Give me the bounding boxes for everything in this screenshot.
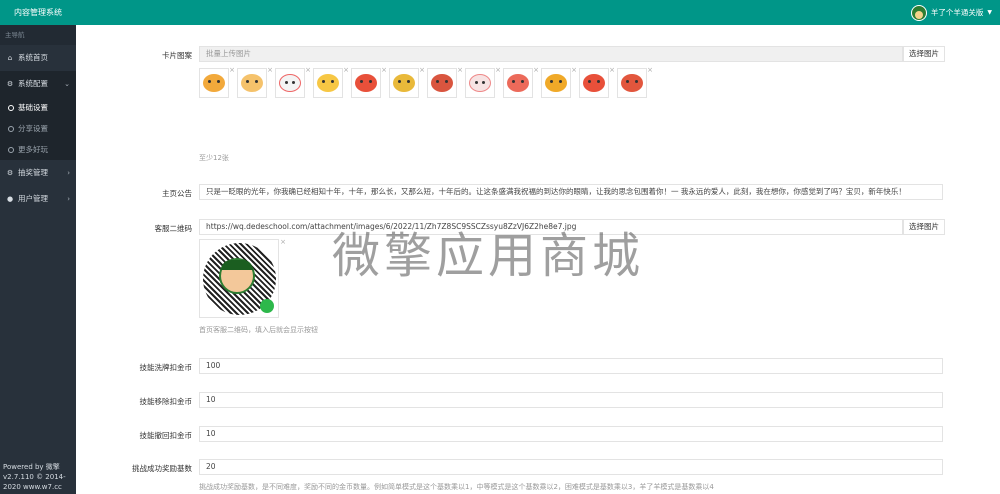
sidebar-item-label: 用户管理 (18, 194, 48, 203)
close-icon[interactable]: × (495, 66, 501, 74)
card-image-list: × × × × × × × × × × × × (199, 66, 653, 98)
card-label: 卡片图案 (162, 51, 192, 60)
qr-help-text: 首页客服二维码，填入后就会显示按钮 (199, 326, 318, 334)
monkey-icon (431, 74, 453, 92)
sidebar-subitem-share[interactable]: 分享设置 (0, 118, 76, 139)
footer-site[interactable]: 2020 www.w7.cc (3, 482, 66, 492)
close-icon[interactable]: × (305, 66, 311, 74)
sidebar-item-label: 抽奖管理 (18, 168, 48, 177)
reward-help-text: 挑战成功奖励基数，是不同难度，奖励不同的金币数量。例如简单模式是这个基数乘以1，… (199, 483, 714, 491)
sidebar-subitem-more[interactable]: 更多好玩 (0, 139, 76, 160)
lion-icon (621, 74, 643, 92)
ox-icon (583, 74, 605, 92)
chevron-down-icon: ⌄ (64, 80, 70, 88)
sidebar-subitem-label: 基础设置 (18, 103, 48, 112)
close-icon[interactable]: × (267, 66, 273, 74)
dog-icon (203, 74, 225, 92)
monkey-icon (241, 74, 263, 92)
dragon-icon (393, 74, 415, 92)
close-icon[interactable]: × (571, 66, 577, 74)
close-icon[interactable]: × (609, 66, 615, 74)
notice-input[interactable]: 只是一眨眼的光年，你我确已经相知十年，十年，那么长，又那么短，十年后的。让这条盛… (199, 184, 943, 200)
undo-cost-input[interactable]: 10 (199, 426, 943, 442)
shuffle-label: 技能洗牌扣金币 (139, 363, 193, 372)
user-icon: ● (6, 195, 14, 203)
sidebar-item-label: 系统首页 (18, 53, 48, 62)
shuffle-cost-input[interactable]: 100 (199, 358, 943, 374)
sidebar-item-users[interactable]: ● 用户管理 › (0, 186, 76, 212)
tiger-icon (317, 74, 339, 92)
sidebar: 主导航 ⌂ 系统首页 ⚙ 系统配置 ⌄ 基础设置 分享设置 更多好玩 ⚙ 抽奖管… (0, 25, 76, 494)
choose-card-image-button[interactable]: 选择图片 (903, 46, 945, 62)
close-icon[interactable]: × (533, 66, 539, 74)
remove-cost-input[interactable]: 10 (199, 392, 943, 408)
circle-icon (8, 104, 14, 111)
sidebar-item-home[interactable]: ⌂ 系统首页 (0, 45, 76, 71)
card-thumb[interactable]: × (465, 66, 501, 98)
card-thumb[interactable]: × (351, 66, 387, 98)
watermark: 微擎应用商城 (332, 228, 645, 284)
user-menu[interactable]: 羊了个羊通关版 ▼ (910, 4, 992, 21)
close-icon[interactable]: × (419, 66, 425, 74)
card-thumb[interactable]: × (237, 66, 273, 98)
close-icon[interactable]: × (280, 238, 286, 246)
card-thumb[interactable]: × (313, 66, 349, 98)
qr-avatar (219, 258, 255, 294)
footer-powered: Powered by 微擎 (3, 463, 60, 471)
close-icon[interactable]: × (343, 66, 349, 74)
sidebar-heading: 主导航 (0, 25, 76, 45)
card-help-text: 至少12张 (199, 154, 229, 162)
gear-icon: ⚙ (6, 80, 14, 88)
undo-label: 技能撤回扣金币 (139, 431, 193, 440)
circle-icon (8, 125, 14, 132)
reward-label: 挑战成功奖励基数 (132, 464, 192, 473)
chevron-right-icon: › (67, 195, 70, 203)
card-thumb[interactable]: × (199, 66, 235, 98)
sidebar-subitem-basic[interactable]: 基础设置 (0, 97, 76, 118)
sidebar-submenu: 基础设置 分享设置 更多好玩 (0, 97, 76, 160)
rooster-icon (279, 74, 301, 92)
chevron-right-icon: › (67, 169, 70, 177)
mini-program-icon (260, 299, 274, 313)
card-upload-input[interactable]: 批量上传图片 (199, 46, 903, 62)
card-thumb[interactable]: × (275, 66, 311, 98)
card-thumb[interactable]: × (541, 66, 577, 98)
close-icon[interactable]: × (457, 66, 463, 74)
notice-label: 主页公告 (162, 189, 192, 198)
sidebar-footer: Powered by 微擎 v2.7.110 © 2014- 2020 www.… (3, 462, 66, 492)
gear-icon: ⚙ (6, 169, 14, 177)
pig-icon (507, 74, 529, 92)
sidebar-item-lottery[interactable]: ⚙ 抽奖管理 › (0, 160, 76, 186)
card-thumb[interactable]: × (579, 66, 615, 98)
card-thumb[interactable]: × (427, 66, 463, 98)
reward-base-input[interactable]: 20 (199, 459, 943, 475)
ox-icon (355, 74, 377, 92)
qr-label: 客服二维码 (154, 224, 193, 233)
close-icon[interactable]: × (381, 66, 387, 74)
qr-preview[interactable]: × (199, 238, 286, 318)
remove-label: 技能移除扣金币 (139, 397, 193, 406)
sidebar-subitem-label: 更多好玩 (18, 145, 48, 154)
sidebar-subitem-label: 分享设置 (18, 124, 48, 133)
caret-down-icon[interactable]: ▼ (987, 9, 992, 16)
circle-icon (8, 146, 14, 153)
avatar[interactable] (910, 4, 927, 21)
close-icon[interactable]: × (229, 66, 235, 74)
choose-qr-image-button[interactable]: 选择图片 (903, 219, 945, 235)
home-icon: ⌂ (7, 54, 13, 62)
user-name[interactable]: 羊了个羊通关版 (931, 7, 984, 18)
rabbit-icon (469, 74, 491, 92)
card-thumb[interactable]: × (617, 66, 653, 98)
top-bar: 内容管理系统 羊了个羊通关版 ▼ (0, 0, 1000, 25)
card-thumb[interactable]: × (503, 66, 539, 98)
footer-version: v2.7.110 © 2014- (3, 473, 66, 481)
tiger-icon (545, 74, 567, 92)
sidebar-item-system-config[interactable]: ⚙ 系统配置 ⌄ (0, 71, 76, 97)
brand-title[interactable]: 内容管理系统 (0, 0, 76, 25)
sidebar-item-label: 系统配置 (18, 79, 48, 88)
close-icon[interactable]: × (647, 66, 653, 74)
card-thumb[interactable]: × (389, 66, 425, 98)
